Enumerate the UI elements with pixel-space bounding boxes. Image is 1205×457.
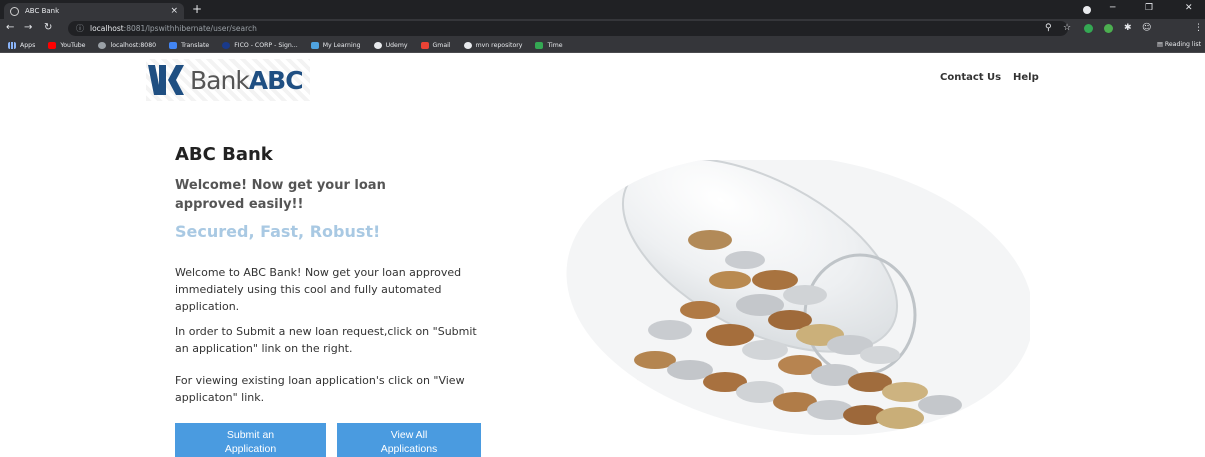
logo-mark-icon (148, 65, 184, 95)
shield-extension-icon[interactable] (1104, 24, 1113, 33)
bookmark-mvn[interactable]: mvn repository (463, 41, 522, 49)
globe-icon (10, 6, 19, 16)
welcome-heading: Welcome! Now get your loan approved easi… (175, 178, 386, 212)
bookmark-youtube[interactable]: YouTube (48, 41, 85, 49)
address-bar[interactable]: ⓘ localhost :8081/lpswithhibernate/user/… (68, 21, 1068, 36)
contact-us-link[interactable]: Contact Us (940, 72, 1001, 83)
submit-application-button[interactable]: Submit an Application (175, 423, 326, 457)
learning-icon (310, 41, 319, 49)
zoom-icon[interactable]: ⚲ (1045, 23, 1052, 33)
help-link[interactable]: Help (1013, 72, 1039, 83)
extension-icon[interactable] (1084, 24, 1093, 33)
intro-paragraph: Welcome to ABC Bank! Now get your loan a… (175, 266, 462, 313)
bookmark-star-icon[interactable]: ☆ (1063, 23, 1071, 33)
browser-tab[interactable]: ABC Bank × (4, 3, 184, 19)
bookmark-time[interactable]: Time (535, 41, 563, 49)
logo-text-bank: Bank (190, 65, 250, 95)
back-icon[interactable]: ← (6, 22, 14, 33)
bookmark-apps[interactable]: Apps (8, 41, 35, 49)
tab-close-icon[interactable]: × (170, 6, 178, 16)
logo-text-abc: ABC (248, 65, 304, 95)
bookmark-localhost[interactable]: localhost:8080 (98, 41, 156, 49)
submit-button-line2: Application (224, 443, 277, 455)
fico-icon (222, 41, 231, 49)
translate-icon (169, 41, 178, 49)
forward-icon[interactable]: → (24, 22, 32, 33)
bookmarks-bar: Apps YouTube localhost:8080 Translate FI… (0, 38, 1205, 53)
view-all-applications-button[interactable]: View All Applications (337, 423, 481, 457)
apps-grid-icon (8, 41, 16, 49)
globe-icon (98, 41, 107, 49)
minimize-icon[interactable]: ─ (1110, 3, 1115, 13)
browser-toolbar: ← → ↻ ⓘ localhost :8081/lpswithhibernate… (0, 19, 1205, 38)
page-title: ABC Bank (175, 144, 273, 165)
reading-list[interactable]: ▤ Reading list (1157, 41, 1201, 48)
view-instructions: For viewing existing loan application's … (175, 374, 465, 404)
submit-instructions: In order to Submit a new loan request,cl… (175, 325, 477, 355)
new-tab-button[interactable]: + (192, 2, 202, 16)
youtube-icon (48, 41, 57, 49)
bookmark-udemy[interactable]: Udemy (373, 41, 408, 49)
bookmark-gmail[interactable]: Gmail (420, 41, 451, 49)
gmail-icon (420, 41, 429, 49)
bookmark-translate[interactable]: Translate (169, 41, 209, 49)
reload-icon[interactable]: ↻ (44, 22, 52, 33)
info-icon[interactable]: ⓘ (76, 23, 84, 34)
bank-logo[interactable]: Bank ABC (146, 59, 310, 101)
close-window-icon[interactable]: ✕ (1185, 3, 1193, 13)
url-path: :8081/lpswithhibernate/user/search (123, 24, 257, 33)
tab-title: ABC Bank (25, 7, 60, 15)
coin-jar-image (560, 160, 1030, 435)
time-icon (535, 41, 544, 49)
puzzle-icon[interactable]: ✱ (1124, 23, 1132, 33)
tagline: Secured, Fast, Robust! (175, 222, 381, 241)
reading-list-icon: ▤ (1157, 41, 1165, 48)
submit-button-line1: Submit an (226, 429, 275, 441)
restore-icon[interactable]: ❐ (1145, 3, 1153, 13)
view-button-line1: View All (390, 429, 428, 441)
avatar-icon[interactable]: ☺ (1142, 23, 1151, 33)
browser-tab-bar: ABC Bank × + ─ ❐ ✕ (0, 0, 1205, 19)
bookmark-fico[interactable]: FICO - CORP - Sign... (222, 41, 298, 49)
url-host: localhost (90, 24, 124, 33)
profile-icon[interactable] (1083, 6, 1091, 14)
udemy-icon (373, 41, 382, 49)
view-button-line2: Applications (380, 443, 438, 455)
bookmark-my-learning[interactable]: My Learning (310, 41, 361, 49)
menu-icon[interactable]: ⋮ (1194, 23, 1203, 33)
mvn-icon (463, 41, 472, 49)
